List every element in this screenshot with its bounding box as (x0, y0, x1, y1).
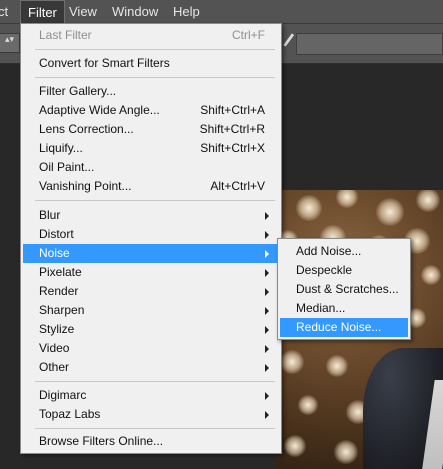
submenu-item-despeckle[interactable]: Despeckle (280, 261, 408, 280)
menu-separator (35, 77, 275, 78)
menu-item-digimarc[interactable]: Digimarc (23, 386, 279, 405)
submenu-arrow-icon (265, 288, 269, 296)
noise-submenu: Add Noise... Despeckle Dust & Scratches.… (277, 238, 411, 340)
menu-item-noise[interactable]: Noise (23, 244, 279, 263)
menu-bar: ct Filter View Window Help (0, 0, 443, 24)
menu-item-label: Despeckle (296, 263, 353, 277)
menu-item-lens-correction[interactable]: Lens Correction... Shift+Ctrl+R (23, 120, 279, 139)
submenu-item-median[interactable]: Median... (280, 299, 408, 318)
menu-item-label: Liquify... (39, 141, 83, 155)
menu-item-label: Median... (296, 301, 346, 315)
menu-separator (35, 428, 275, 429)
menu-select[interactable]: ct (0, 0, 15, 24)
menu-item-label: Browse Filters Online... (39, 434, 164, 448)
submenu-arrow-icon (265, 392, 269, 400)
menu-item-label: Reduce Noise... (296, 320, 382, 334)
submenu-item-dust-and-scratches[interactable]: Dust & Scratches... (280, 280, 408, 299)
menu-item-stylize[interactable]: Stylize (23, 320, 279, 339)
menu-separator (35, 381, 275, 382)
stepper-arrows[interactable]: ▴▾ (0, 33, 20, 53)
menu-item-topaz-labs[interactable]: Topaz Labs (23, 405, 279, 424)
menu-item-label: Pixelate (39, 265, 82, 279)
menu-item-browse-filters-online[interactable]: Browse Filters Online... (23, 432, 279, 451)
menu-separator (35, 49, 275, 50)
menu-item-shortcut: Alt+Ctrl+V (210, 179, 265, 193)
menu-item-convert-for-smart-filters[interactable]: Convert for Smart Filters (23, 54, 279, 73)
submenu-arrow-icon (265, 250, 269, 258)
menu-item-label: Dust & Scratches... (296, 282, 399, 296)
menu-filter[interactable]: Filter (20, 0, 65, 24)
menu-window[interactable]: Window (105, 0, 165, 24)
menu-help[interactable]: Help (166, 0, 207, 24)
menu-item-label: Vanishing Point... (39, 179, 132, 193)
submenu-arrow-icon (265, 231, 269, 239)
menu-item-label: Video (39, 341, 70, 355)
menu-view[interactable]: View (62, 0, 104, 24)
menu-separator (35, 200, 275, 201)
menu-item-vanishing-point[interactable]: Vanishing Point... Alt+Ctrl+V (23, 177, 279, 196)
filter-menu: Last Filter Ctrl+F Convert for Smart Fil… (20, 23, 282, 454)
menu-item-label: Sharpen (39, 303, 85, 317)
submenu-arrow-icon (265, 326, 269, 334)
menu-item-liquify[interactable]: Liquify... Shift+Ctrl+X (23, 139, 279, 158)
menu-item-pixelate[interactable]: Pixelate (23, 263, 279, 282)
options-field[interactable] (296, 33, 443, 55)
menu-item-video[interactable]: Video (23, 339, 279, 358)
submenu-arrow-icon (265, 212, 269, 220)
submenu-arrow-icon (265, 364, 269, 372)
submenu-arrow-icon (265, 345, 269, 353)
menu-item-label: Other (39, 360, 70, 374)
menu-item-last-filter: Last Filter Ctrl+F (23, 26, 279, 45)
menu-item-other[interactable]: Other (23, 358, 279, 377)
menu-item-oil-paint[interactable]: Oil Paint... (23, 158, 279, 177)
submenu-arrow-icon (265, 307, 269, 315)
menu-item-shortcut: Shift+Ctrl+R (199, 122, 265, 136)
menu-item-label: Digimarc (39, 388, 87, 402)
menu-item-label: Render (39, 284, 79, 298)
menu-item-filter-gallery[interactable]: Filter Gallery... (23, 82, 279, 101)
menu-item-label: Distort (39, 227, 74, 241)
menu-item-distort[interactable]: Distort (23, 225, 279, 244)
menu-item-label: Last Filter (39, 28, 92, 42)
menu-item-label: Lens Correction... (39, 122, 134, 136)
menu-item-shortcut: Ctrl+F (232, 28, 265, 42)
menu-item-label: Adaptive Wide Angle... (39, 103, 160, 117)
menu-item-label: Blur (39, 208, 61, 222)
menu-item-label: Noise (39, 246, 70, 260)
menu-item-label: Oil Paint... (39, 160, 95, 174)
menu-item-label: Topaz Labs (39, 407, 101, 421)
menu-item-label: Add Noise... (296, 244, 362, 258)
submenu-item-add-noise[interactable]: Add Noise... (280, 242, 408, 261)
menu-item-label: Stylize (39, 322, 75, 336)
submenu-arrow-icon (265, 269, 269, 277)
menu-item-shortcut: Shift+Ctrl+X (200, 141, 265, 155)
menu-item-shortcut: Shift+Ctrl+A (200, 103, 265, 117)
menu-item-label: Convert for Smart Filters (39, 56, 170, 70)
menu-item-adaptive-wide-angle[interactable]: Adaptive Wide Angle... Shift+Ctrl+A (23, 101, 279, 120)
menu-item-label: Filter Gallery... (39, 84, 117, 98)
menu-item-render[interactable]: Render (23, 282, 279, 301)
pen-icon[interactable] (281, 31, 295, 47)
menu-item-blur[interactable]: Blur (23, 206, 279, 225)
submenu-arrow-icon (265, 411, 269, 419)
submenu-item-reduce-noise[interactable]: Reduce Noise... (280, 318, 408, 337)
menu-item-sharpen[interactable]: Sharpen (23, 301, 279, 320)
